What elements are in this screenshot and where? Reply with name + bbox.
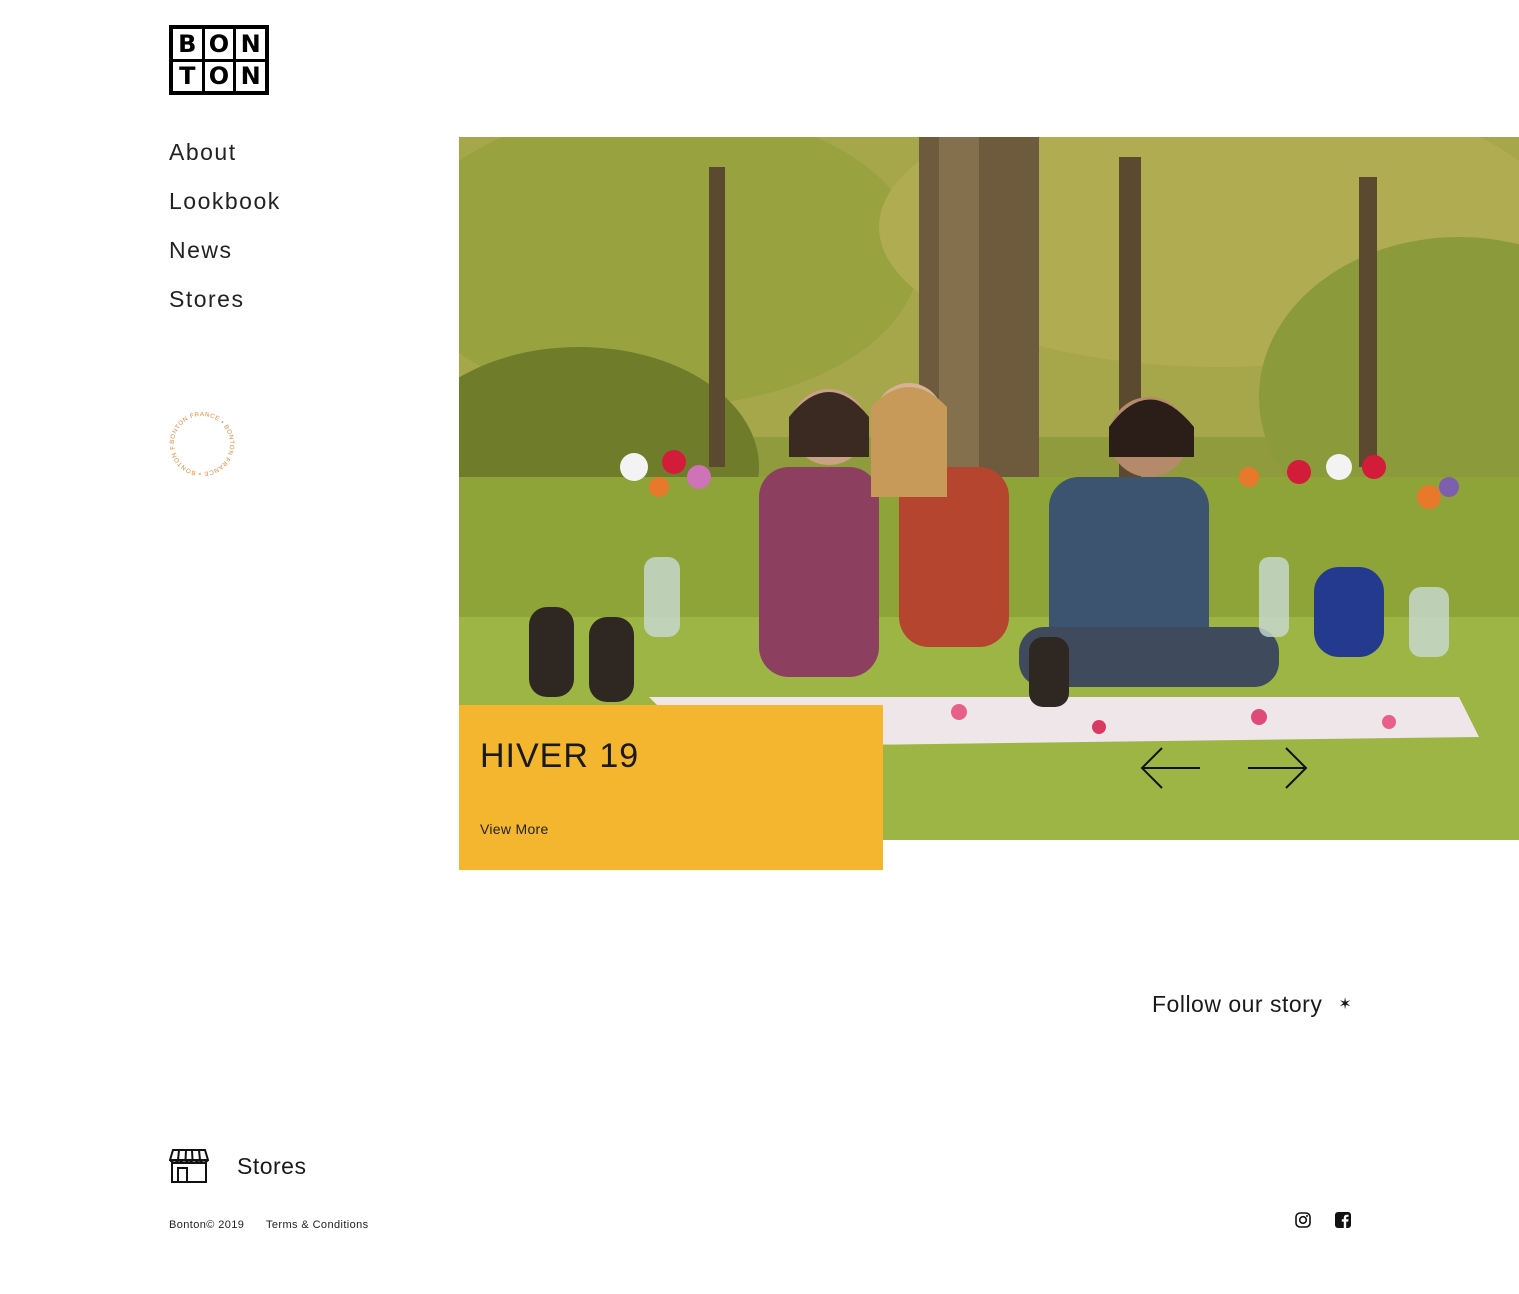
bonton-logo[interactable]: B O N T O N: [169, 25, 269, 95]
badge-text: BONTON FRANCE • BONTON FRANCE • BONTON F…: [164, 404, 234, 477]
bonton-france-badge: BONTON FRANCE • BONTON FRANCE • BONTON F…: [164, 404, 237, 479]
star-icon: ✶: [1338, 995, 1353, 1013]
arrow-left-icon: [1140, 747, 1200, 789]
svg-text:BONTON FRANCE • BONTON FRANCE: BONTON FRANCE • BONTON FRANCE • BONTON F…: [167, 409, 235, 477]
logo-letter: O: [204, 61, 234, 91]
instagram-icon: [1295, 1212, 1311, 1228]
follow-label: Follow our story: [1152, 991, 1323, 1017]
terms-link[interactable]: Terms & Conditions: [266, 1219, 369, 1231]
logo-letter: N: [236, 61, 265, 91]
hero-caption-title: HIVER 19: [480, 737, 640, 775]
copyright-text: Bonton© 2019: [169, 1219, 245, 1231]
storefront-icon: [169, 1149, 209, 1183]
arrow-right-icon: [1248, 747, 1308, 789]
circular-text-logo: BONTON FRANCE • BONTON FRANCE • BONTON F…: [164, 404, 235, 477]
instagram-link[interactable]: [1294, 1211, 1312, 1229]
logo-letter: B: [173, 29, 202, 59]
view-more-link[interactable]: View More: [480, 821, 549, 837]
main-nav: About Lookbook News Stores: [169, 137, 281, 333]
nav-item-lookbook[interactable]: Lookbook: [169, 186, 281, 235]
page: B O N T O N About Lookbook News Stores B…: [0, 0, 1519, 1294]
logo-letter: O: [204, 29, 234, 59]
footer-stores-label: Stores: [237, 1152, 307, 1179]
facebook-link[interactable]: [1334, 1211, 1352, 1229]
logo-letter: T: [173, 61, 202, 91]
footer-stores-link[interactable]: Stores: [169, 1148, 306, 1184]
facebook-icon: [1335, 1212, 1351, 1228]
nav-item-news[interactable]: News: [169, 235, 281, 284]
slider-prev-button[interactable]: [1140, 745, 1202, 791]
slider-next-button[interactable]: [1246, 745, 1308, 791]
logo-letter: N: [236, 29, 265, 59]
follow-our-story-link[interactable]: Follow our story ✶: [1152, 991, 1352, 1018]
hero-caption: HIVER 19 View More: [459, 705, 883, 870]
nav-item-about[interactable]: About: [169, 137, 281, 186]
nav-item-stores[interactable]: Stores: [169, 284, 281, 333]
